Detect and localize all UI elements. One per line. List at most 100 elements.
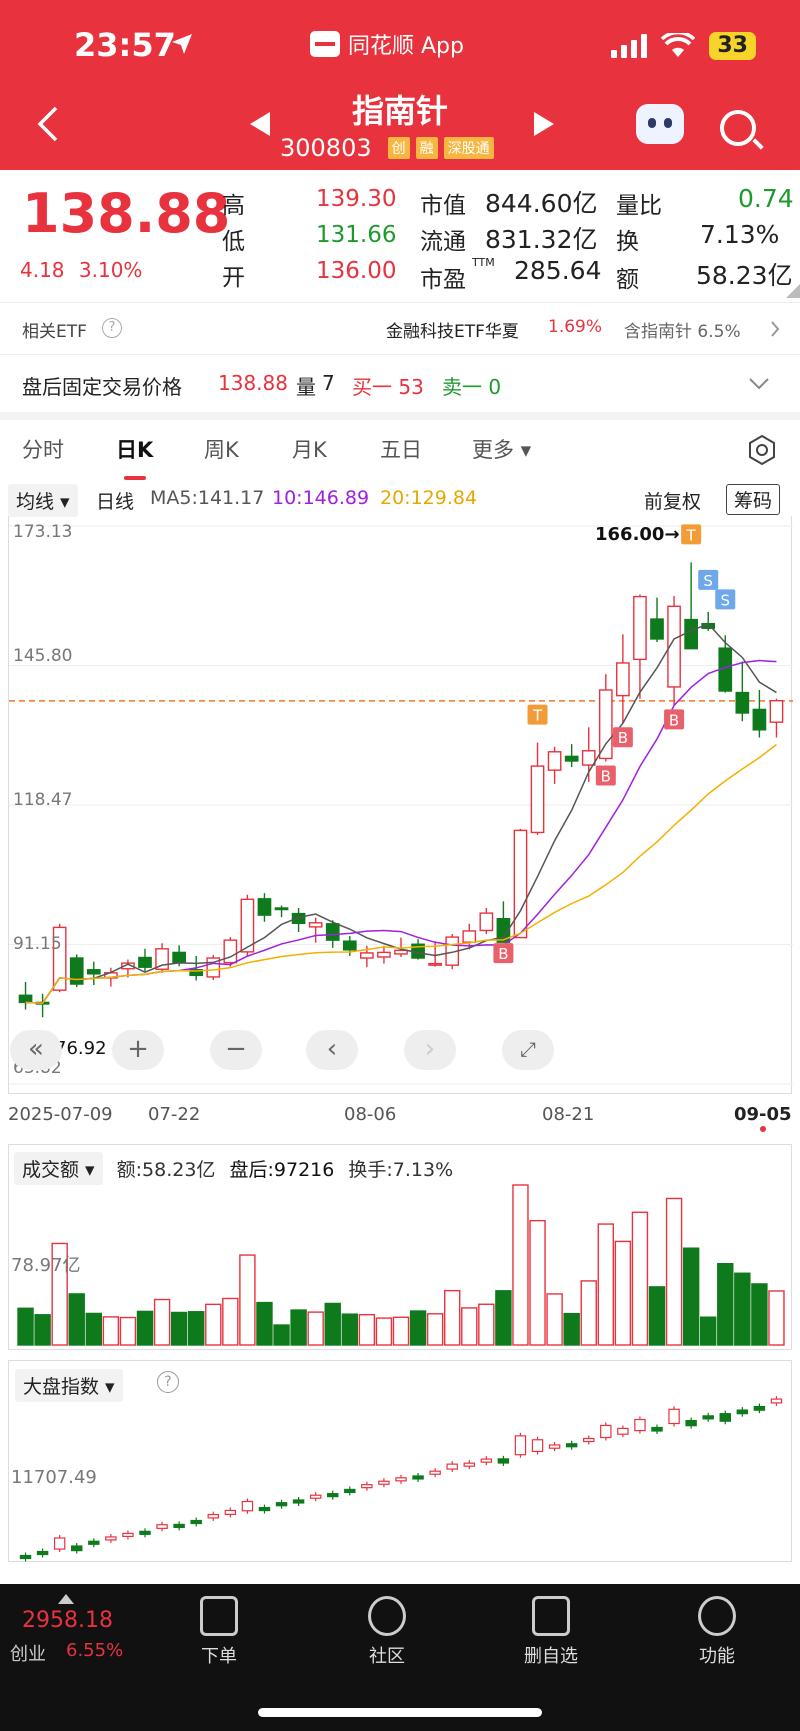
volume-amount: 额:58.23亿 — [116, 1159, 216, 1181]
tab-more[interactable]: 更多 ▾ — [472, 434, 531, 464]
next-stock-icon[interactable] — [534, 112, 554, 136]
adjust-label[interactable]: 前复权 — [644, 487, 701, 514]
stock-code-row: 300803 创 融 深股通 — [280, 134, 494, 162]
turnover-label: 换 — [616, 229, 639, 255]
volume-bar — [187, 1311, 205, 1346]
y-label-0: 173.13 — [13, 522, 73, 542]
candle-body — [308, 922, 323, 928]
nav-order[interactable]: 下单 — [174, 1596, 264, 1668]
mcap-label: 市值 — [420, 193, 466, 219]
tab-weekly-k[interactable]: 周K — [204, 434, 239, 464]
index-candle — [514, 1435, 527, 1456]
candle-body — [735, 691, 750, 714]
bottom-index-value[interactable]: 2958.18 — [22, 1608, 113, 1633]
index-help-icon[interactable]: ? — [157, 1371, 179, 1393]
post-market-row[interactable]: 盘后固定交易价格 138.88 量 7 买一 53 卖一 0 — [0, 354, 800, 412]
scroll-left-icon[interactable]: ‹ — [306, 1030, 358, 1070]
index-candle — [412, 1475, 424, 1480]
volume-bar — [768, 1290, 785, 1346]
order-icon — [200, 1596, 238, 1636]
index-candle — [446, 1463, 458, 1470]
tab-fenshi[interactable]: 分时 — [22, 434, 64, 464]
fullscreen-icon[interactable]: ⤢ — [502, 1030, 554, 1070]
y-label-3: 91.15 — [13, 934, 62, 954]
zoom-in-icon[interactable]: + — [112, 1030, 164, 1070]
index-candle — [583, 1437, 595, 1443]
high-value: 139.30 — [316, 186, 397, 212]
x-axis: 2025-07-09 07-22 08-06 08-21 09-05 — [8, 1096, 792, 1132]
tab-monthly-k[interactable]: 月K — [292, 434, 327, 464]
status-indicators: 33 — [611, 32, 756, 60]
related-etf-row[interactable]: 相关ETF ? 金融科技ETF华夏 1.69% 含指南针 6.5% — [0, 302, 800, 354]
nav-community[interactable]: 社区 — [342, 1596, 432, 1668]
chips-button[interactable]: 筹码 — [726, 484, 781, 515]
index-candle — [88, 1540, 100, 1545]
post-label: 盘后固定交易价格 — [22, 375, 182, 399]
volume-bar — [119, 1316, 137, 1346]
tag-shengutong: 深股通 — [443, 137, 494, 159]
tab-five-day[interactable]: 五日 — [380, 434, 422, 464]
volume-bar — [580, 1280, 597, 1346]
ma-type-label: 均线 — [16, 491, 55, 513]
kline-chart[interactable]: TSSTBBBB 173.13 145.80 118.47 91.15 63.8… — [8, 516, 793, 1094]
app-header: 23:57 同花顺 App 33 指南针 300803 创 融 深股通 — [0, 0, 800, 170]
pe-label: 市盈 — [420, 267, 466, 293]
index-candle — [292, 1499, 305, 1504]
candle-body — [581, 750, 596, 766]
zoom-out-icon[interactable]: − — [210, 1030, 262, 1070]
volume-bar — [290, 1309, 307, 1346]
scroll-right-icon[interactable]: › — [404, 1030, 456, 1070]
index-candle — [600, 1424, 612, 1439]
etf-weight: 含指南针 6.5% — [624, 322, 741, 342]
etf-name: 金融科技ETF华夏 — [386, 322, 519, 342]
tab-daily-k[interactable]: 日K — [116, 434, 153, 480]
index-candle — [173, 1523, 185, 1529]
index-candle — [53, 1537, 66, 1550]
nav-remove-watchlist[interactable]: 删自选 — [506, 1596, 596, 1668]
candle-body — [325, 923, 340, 941]
ma-type-selector[interactable]: 均线 ▾ — [8, 484, 78, 517]
help-icon[interactable]: ? — [102, 318, 122, 338]
remove-watchlist-icon — [532, 1596, 570, 1636]
etf-label: 相关ETF — [22, 322, 87, 342]
index-candle — [565, 1443, 578, 1448]
location-arrow-icon — [172, 34, 192, 54]
post-sell: 卖一 0 — [442, 375, 502, 399]
volume-bar — [392, 1316, 410, 1346]
open-value: 136.00 — [316, 258, 397, 284]
volume-bar — [17, 1307, 34, 1346]
index-candle — [395, 1477, 407, 1482]
volume-bar — [495, 1290, 512, 1346]
settings-icon[interactable] — [746, 434, 778, 466]
corner-fold-icon — [786, 284, 800, 298]
ai-assistant-icon[interactable] — [636, 104, 684, 144]
index-candle — [224, 1509, 237, 1516]
volume-bar — [222, 1297, 239, 1346]
candle-body — [257, 898, 272, 916]
status-time: 23:57 — [74, 26, 176, 64]
index-candle — [207, 1513, 219, 1519]
trade-marker-label: B — [498, 945, 508, 963]
candle-body — [530, 765, 545, 834]
index-candle — [258, 1506, 271, 1512]
volume-bar — [324, 1302, 341, 1346]
search-icon[interactable] — [720, 110, 756, 146]
volume-bar — [102, 1316, 120, 1346]
candle-body — [138, 956, 152, 968]
chevron-down-icon[interactable] — [748, 377, 770, 391]
pe-sup: TTM — [472, 256, 495, 269]
index-selector-label: 大盘指数 — [23, 1376, 100, 1398]
shrink-left-icon[interactable]: « — [10, 1030, 62, 1070]
index-selector[interactable]: 大盘指数 ▾ — [15, 1369, 123, 1402]
post-vol-label: 量 — [296, 375, 316, 399]
volume-y-label: 78.97亿 — [11, 1255, 81, 1276]
volume-selector[interactable]: 成交额 ▾ — [14, 1152, 103, 1185]
candle-body — [223, 939, 238, 964]
candle-body — [394, 949, 408, 955]
index-chart[interactable]: 大盘指数 ▾ ? 11707.49 — [8, 1360, 792, 1562]
volume-bar — [563, 1312, 580, 1346]
x-label-4: 09-05 — [734, 1104, 792, 1125]
index-candle — [344, 1488, 356, 1494]
ma5-value: MA5:141.17 — [150, 487, 265, 509]
nav-functions[interactable]: 功能 — [672, 1596, 762, 1668]
